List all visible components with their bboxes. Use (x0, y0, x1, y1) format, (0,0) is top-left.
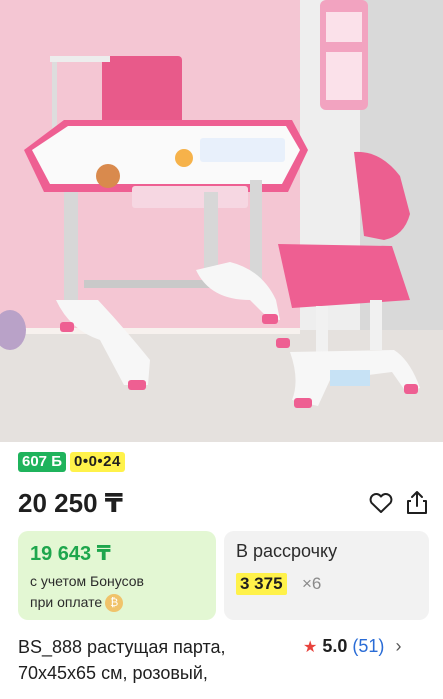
rating-link[interactable]: ★ 5.0 (51) › (303, 633, 401, 661)
bonus-price-card[interactable]: 19 643 ₸ с учетом Бонусов при оплате ₿ (18, 531, 216, 620)
share-icon (407, 491, 427, 514)
rating-score: 5.0 (322, 636, 348, 656)
product-badges: 607 Б 0•0•24 (18, 452, 125, 472)
installment-amount: 3 375 (236, 573, 287, 595)
product-title-line2: 70x45x65 см, розовый, (18, 663, 208, 683)
favorite-button[interactable] (366, 488, 396, 518)
share-button[interactable] (402, 488, 432, 518)
product-photo[interactable] (0, 0, 443, 442)
bonus-points-badge: 607 Б (18, 452, 66, 472)
bonus-note-line2: при оплате ₿ (30, 592, 144, 613)
product-title: BS_888 растущая парта, 70x45x65 см, розо… (18, 634, 308, 686)
star-icon: ★ (303, 639, 318, 656)
bonus-price-note: с учетом Бонусов при оплате ₿ (30, 571, 144, 613)
bonus-note-line1: с учетом Бонусов (30, 573, 144, 589)
installment-title: В рассрочку (236, 541, 338, 561)
review-count: (51) (352, 636, 385, 656)
product-title-line1: BS_888 растущая парта, (18, 637, 226, 657)
price-row: 20 250 ₸ (18, 484, 428, 524)
installment-card[interactable]: В рассрочку 3 375 ×6 (224, 531, 429, 620)
installment-plan-badge: 0•0•24 (69, 452, 125, 472)
product-price: 20 250 ₸ (18, 488, 123, 518)
desk-chair-illustration (0, 0, 443, 442)
heart-icon (369, 493, 393, 513)
installment-multiplier: ×6 (302, 574, 322, 593)
chevron-right-icon: › (395, 636, 402, 656)
bonus-price: 19 643 ₸ (30, 543, 111, 565)
bonus-coin-icon: ₿ (105, 594, 124, 613)
